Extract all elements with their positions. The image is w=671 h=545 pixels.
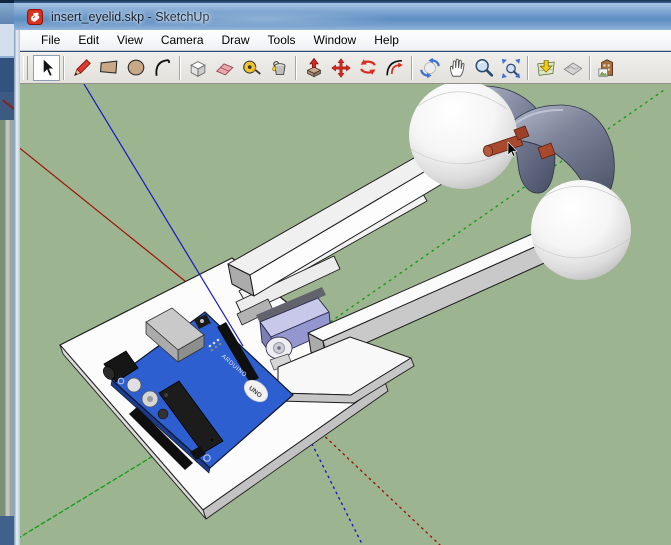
desktop-fragment — [0, 516, 14, 545]
rectangle-tool-button[interactable] — [95, 55, 122, 81]
paint-bucket-tool-button[interactable] — [265, 55, 292, 81]
rotate-tool-button[interactable] — [354, 55, 381, 81]
select-tool-button[interactable] — [33, 55, 60, 81]
menu-file[interactable]: File — [32, 31, 69, 49]
chip-dot — [209, 437, 215, 443]
push-pull-tool-button[interactable] — [300, 55, 327, 81]
arc-icon — [154, 59, 170, 76]
toolbar-separator — [179, 56, 181, 80]
pan-hand-icon — [449, 58, 464, 77]
eraser-icon — [215, 63, 234, 76]
toolbar-separator — [295, 56, 297, 80]
push-pull-icon — [306, 57, 321, 78]
tape-measure-icon — [242, 60, 261, 75]
model-scene: UNO ARDUINO — [20, 84, 671, 545]
viewport-3d[interactable]: UNO ARDUINO — [20, 84, 671, 545]
paint-bucket-icon — [271, 61, 285, 75]
capacitor-top — [147, 396, 153, 402]
toolbar-separator — [589, 56, 591, 80]
background-sketchup-window-fragment — [0, 92, 16, 120]
background-windows-strip — [0, 0, 16, 545]
menu-tools[interactable]: Tools — [259, 31, 305, 49]
rotate-arrows-icon — [359, 59, 376, 75]
component-box-icon — [189, 61, 206, 77]
menu-view[interactable]: View — [108, 31, 152, 49]
menu-window[interactable]: Window — [305, 31, 366, 49]
menu-help[interactable]: Help — [365, 31, 408, 49]
move-arrows-icon — [330, 58, 351, 78]
toggle-terrain-tool-button[interactable] — [559, 55, 586, 81]
line-tool-button[interactable] — [68, 55, 95, 81]
zoom-extents-tool-button[interactable] — [497, 55, 524, 81]
select-arrow-icon — [42, 57, 55, 77]
get-current-view-icon — [536, 60, 555, 76]
crystal — [157, 408, 169, 420]
make-component-tool-button[interactable] — [184, 55, 211, 81]
menu-bar: File Edit View Camera Draw Tools Window … — [20, 30, 671, 51]
reset-button-cap — [200, 319, 204, 323]
chip-notch — [164, 393, 168, 397]
mounting-hole — [203, 454, 211, 462]
zoom-magnifier-icon — [474, 59, 493, 77]
circle-icon — [127, 59, 144, 76]
menu-camera[interactable]: Camera — [152, 31, 213, 49]
menu-draw[interactable]: Draw — [213, 31, 259, 49]
aero-glass-highlight — [134, 11, 394, 27]
background-sketchup-viewport-fragment — [0, 120, 14, 516]
toolbar-separator — [63, 56, 65, 80]
titlebar[interactable]: insert_eyelid.skp - SketchUp — [14, 3, 671, 30]
getting-started-toolbar — [20, 52, 671, 84]
pencil-icon — [73, 59, 91, 76]
circle-tool-button[interactable] — [122, 55, 149, 81]
get-current-view-tool-button[interactable] — [532, 55, 559, 81]
orbit-icon — [419, 57, 440, 79]
zoom-tool-button[interactable] — [470, 55, 497, 81]
eraser-tool-button[interactable] — [211, 55, 238, 81]
offset-tool-button[interactable] — [381, 55, 408, 81]
arc-tool-button[interactable] — [149, 55, 176, 81]
screen: insert_eyelid.skp - SketchUp File Edit V… — [0, 0, 671, 545]
rectangle-icon — [99, 60, 117, 74]
tape-measure-tool-button[interactable] — [238, 55, 265, 81]
toolbar-separator — [411, 56, 413, 80]
background-window-titlebar-fragment — [0, 3, 14, 24]
move-tool-button[interactable] — [327, 55, 354, 81]
pan-tool-button[interactable] — [443, 55, 470, 81]
toggle-terrain-icon — [563, 62, 582, 76]
eyeball-sphere-top — [409, 84, 517, 189]
photo-textures-tool-button[interactable] — [594, 55, 621, 81]
toolbar-separator — [527, 56, 529, 80]
sketchup-logo-icon — [27, 8, 43, 25]
zoom-extents-icon — [501, 58, 520, 79]
background-window-fragment — [0, 24, 14, 58]
servo-horn-screw — [277, 346, 281, 350]
offset-icon — [385, 59, 403, 76]
menu-edit[interactable]: Edit — [69, 31, 108, 49]
photo-textures-icon — [597, 59, 613, 77]
orbit-tool-button[interactable] — [416, 55, 443, 81]
toolbar-grip[interactable] — [23, 56, 28, 80]
mounting-hole — [117, 377, 125, 385]
sketchup-window: insert_eyelid.skp - SketchUp File Edit V… — [14, 0, 671, 545]
capacitor — [126, 377, 142, 393]
background-window-fragment — [0, 58, 14, 92]
